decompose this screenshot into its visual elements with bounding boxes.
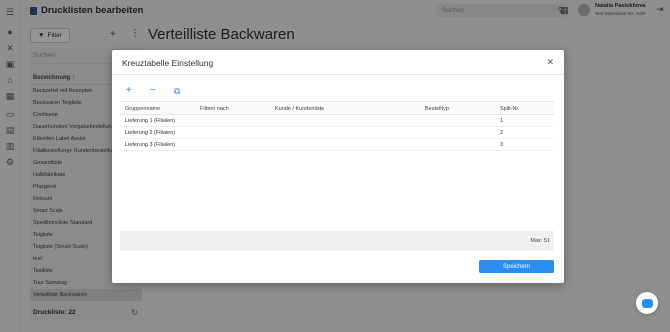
table-footer: Max: 51 (120, 231, 554, 251)
table-row[interactable]: Lieferung 1 (Filialen) 1 (120, 115, 554, 127)
cell-split-nr: 1 (500, 118, 504, 124)
col-filtern-nach[interactable]: Filtern nach (200, 106, 229, 112)
remove-row-icon[interactable]: − (150, 85, 156, 96)
max-count: Max: 51 (530, 238, 550, 244)
col-bestelltyp[interactable]: Bestelltyp (425, 106, 449, 112)
table-header: Gruppenname Filtern nach Kunde / Kundenl… (120, 102, 554, 115)
col-split-nr[interactable]: Split-Nr. (500, 106, 520, 112)
col-kunde[interactable]: Kunde / Kundenliste (275, 106, 324, 112)
cell-gruppenname: Lieferung 3 (Filialen) (125, 142, 176, 148)
cell-gruppenname: Lieferung 1 (Filialen) (125, 118, 176, 124)
cell-split-nr: 2 (500, 130, 504, 136)
table-row[interactable]: Lieferung 3 (Filialen) 3 (120, 139, 554, 151)
cell-split-nr: 3 (500, 142, 504, 148)
copy-icon[interactable]: ⧉ (174, 86, 180, 97)
add-row-icon[interactable]: + (126, 85, 132, 96)
chat-bot-icon (641, 298, 653, 308)
chat-bot-button[interactable] (636, 292, 658, 314)
cell-gruppenname: Lieferung 2 (Filialen) (125, 130, 176, 136)
crosstab-table: Gruppenname Filtern nach Kunde / Kundenl… (120, 101, 554, 251)
dialog-divider (112, 74, 564, 75)
dialog-title: Kreuztabelle Einstellung (122, 58, 214, 68)
close-icon[interactable]: ✕ (546, 57, 554, 68)
col-gruppenname[interactable]: Gruppenname (125, 106, 160, 112)
crosstab-settings-dialog: Kreuztabelle Einstellung ✕ + − ⧉ Gruppen… (112, 50, 564, 283)
table-row[interactable]: Lieferung 2 (Filialen) 2 (120, 127, 554, 139)
save-button[interactable]: Speichern (479, 260, 554, 273)
